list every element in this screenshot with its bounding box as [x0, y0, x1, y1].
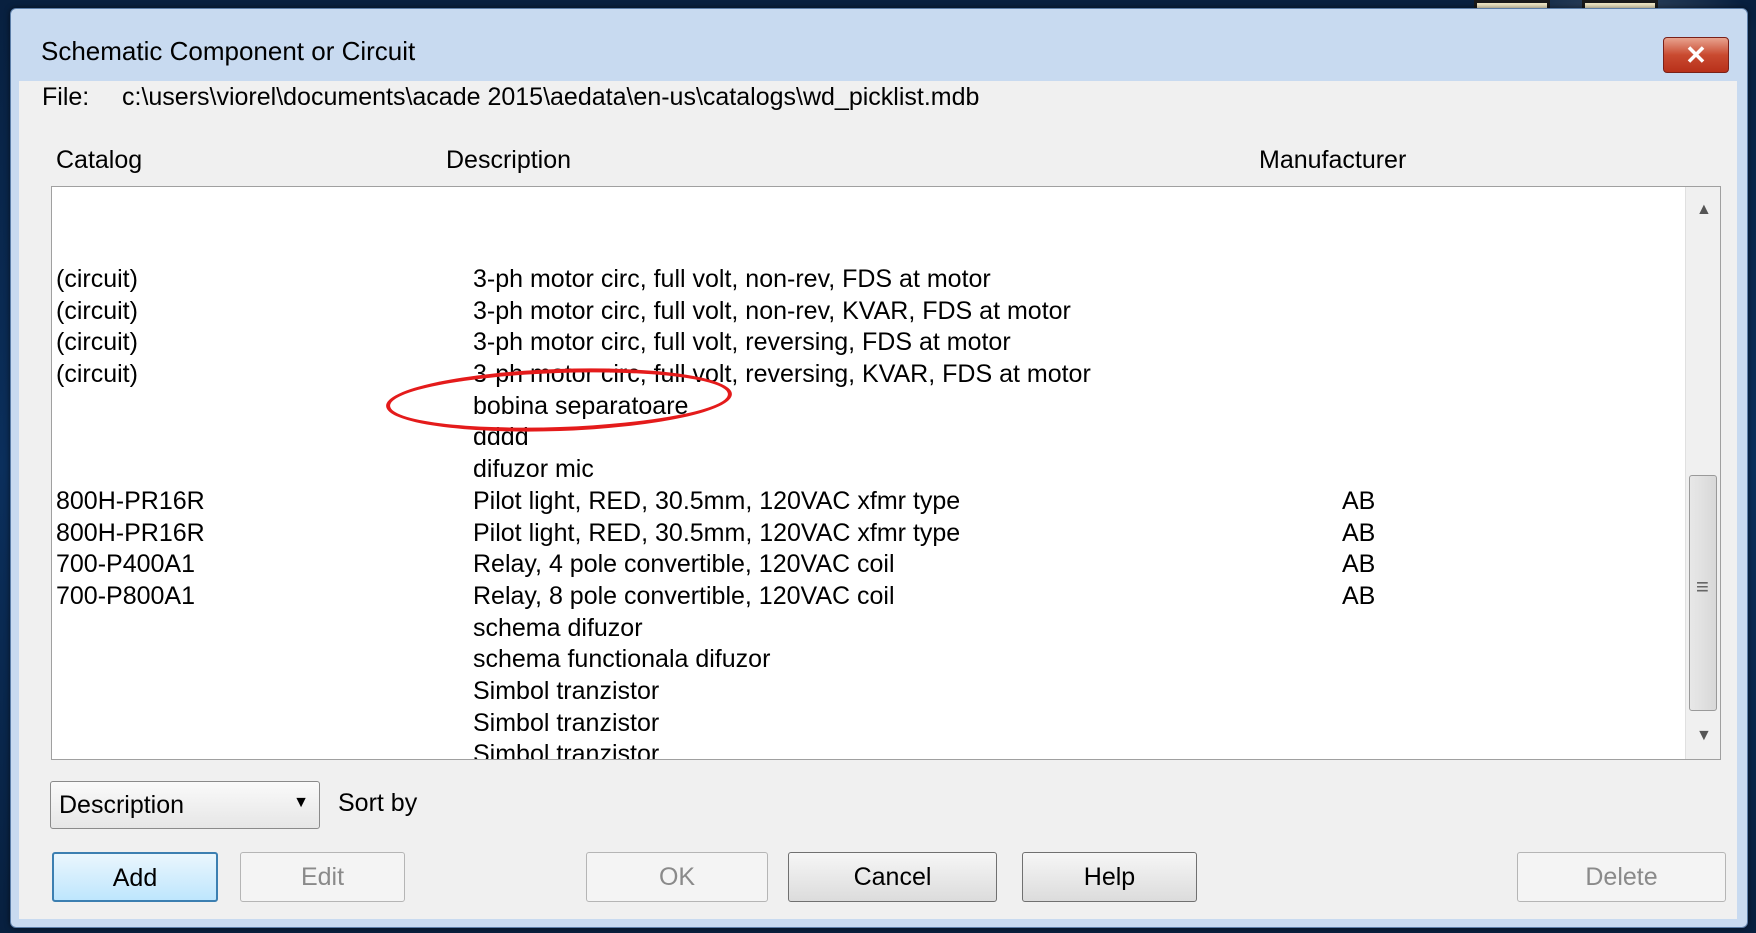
- list-item[interactable]: Simbol tranzistor: [52, 739, 1672, 760]
- list-item[interactable]: Simbol tranzistor: [52, 708, 1672, 740]
- list-item[interactable]: 700-P800A1 Relay, 8 pole convertible, 120…: [52, 581, 1672, 613]
- list-item[interactable]: 700-P400A1 Relay, 4 pole convertible, 120…: [52, 549, 1672, 581]
- column-header-catalog[interactable]: Catalog: [56, 146, 142, 175]
- sort-selected-value: Description: [59, 791, 185, 819]
- list-item[interactable]: schema difuzor: [52, 613, 1672, 645]
- list-item[interactable]: (circuit) 3-ph motor circ, full volt, rev…: [52, 327, 1672, 359]
- row-catalog: (circuit): [56, 296, 138, 325]
- row-catalog: (circuit): [56, 265, 138, 293]
- delete-button[interactable]: Delete: [1517, 852, 1726, 902]
- column-header-description[interactable]: Description: [446, 146, 571, 175]
- cancel-button[interactable]: Cancel: [788, 852, 997, 902]
- title-bar[interactable]: Schematic Component or Circuit ✕: [11, 9, 1747, 77]
- file-path: c:\users\viorel\documents\acade 2015\aed…: [122, 83, 980, 111]
- scroll-down-arrow-icon[interactable]: ▼: [1696, 727, 1712, 745]
- row-manufacturer: AB: [1342, 550, 1376, 579]
- close-button[interactable]: ✕: [1663, 37, 1729, 73]
- row-description: Simbol tranzistor: [473, 676, 660, 705]
- ok-button[interactable]: OK: [586, 852, 768, 902]
- row-description: Simbol tranzistor: [473, 708, 660, 737]
- row-catalog: 700-P400A1: [56, 550, 196, 579]
- row-description: Relay, 8 pole convertible, 120VAC coil: [473, 581, 895, 610]
- scroll-up-arrow-icon[interactable]: ▲: [1696, 201, 1712, 219]
- sort-by-dropdown[interactable]: Description ▼: [50, 781, 320, 829]
- chevron-down-icon: ▼: [293, 794, 309, 811]
- file-path-line: File: c:\users\viorel\documents\acade 201…: [42, 83, 979, 112]
- row-catalog: (circuit): [56, 328, 138, 357]
- list-item[interactable]: bobina separatoare: [52, 391, 1672, 423]
- grip-icon: ≡: [1696, 574, 1709, 599]
- list-item[interactable]: difuzor mic: [52, 454, 1672, 486]
- row-description: Pilot light, RED, 30.5mm, 120VAC xfmr ty…: [473, 486, 961, 515]
- row-description: schema functionala difuzor: [473, 645, 771, 674]
- row-catalog: (circuit): [56, 360, 138, 389]
- row-manufacturer: AB: [1342, 518, 1376, 547]
- help-button[interactable]: Help: [1022, 852, 1197, 902]
- sort-by-label: Sort by: [338, 789, 418, 817]
- row-description: Simbol tranzistor: [473, 740, 660, 760]
- row-description: Pilot light, RED, 30.5mm, 120VAC xfmr ty…: [473, 518, 961, 547]
- edit-button[interactable]: Edit: [240, 852, 405, 902]
- list-rows: (circuit) 3-ph motor circ, full volt, non…: [52, 264, 1672, 760]
- add-button[interactable]: Add: [52, 852, 218, 902]
- list-item[interactable]: (circuit) 3-ph motor circ, full volt, non…: [52, 296, 1672, 328]
- scrollbar-thumb[interactable]: ≡: [1689, 475, 1717, 711]
- row-description: schema difuzor: [473, 613, 643, 642]
- window-title: Schematic Component or Circuit: [41, 36, 416, 66]
- file-label: File:: [42, 83, 90, 111]
- row-manufacturer: AB: [1342, 581, 1376, 610]
- row-description: Relay, 4 pole convertible, 120VAC coil: [473, 550, 895, 579]
- close-icon: ✕: [1685, 40, 1707, 70]
- row-catalog: 800H-PR16R: [56, 518, 205, 547]
- list-item[interactable]: 800H-PR16R Pilot light, RED, 30.5mm, 120V…: [52, 518, 1672, 550]
- row-catalog: 800H-PR16R: [56, 486, 205, 515]
- component-list[interactable]: (circuit) 3-ph motor circ, full volt, non…: [51, 186, 1721, 760]
- row-description: difuzor mic: [473, 455, 594, 484]
- vertical-scrollbar[interactable]: ▲ ≡ ▼: [1685, 187, 1720, 759]
- list-item[interactable]: Simbol tranzistor: [52, 676, 1672, 708]
- column-header-manufacturer[interactable]: Manufacturer: [1259, 146, 1406, 175]
- list-item[interactable]: schema functionala difuzor: [52, 644, 1672, 676]
- row-description: 3-ph motor circ, full volt, non-rev, KVA…: [473, 296, 1071, 325]
- list-item[interactable]: (circuit) 3-ph motor circ, full volt, non…: [52, 264, 1672, 296]
- list-item[interactable]: 800H-PR16R Pilot light, RED, 30.5mm, 120V…: [52, 486, 1672, 518]
- row-description: 3-ph motor circ, full volt, non-rev, FDS…: [473, 265, 991, 293]
- list-item[interactable]: (circuit) 3-ph motor circ, full volt, rev…: [52, 359, 1672, 391]
- row-manufacturer: AB: [1342, 486, 1376, 515]
- row-description: 3-ph motor circ, full volt, reversing, F…: [473, 328, 1011, 357]
- list-item[interactable]: dddd: [52, 422, 1672, 454]
- row-catalog: 700-P800A1: [56, 581, 196, 610]
